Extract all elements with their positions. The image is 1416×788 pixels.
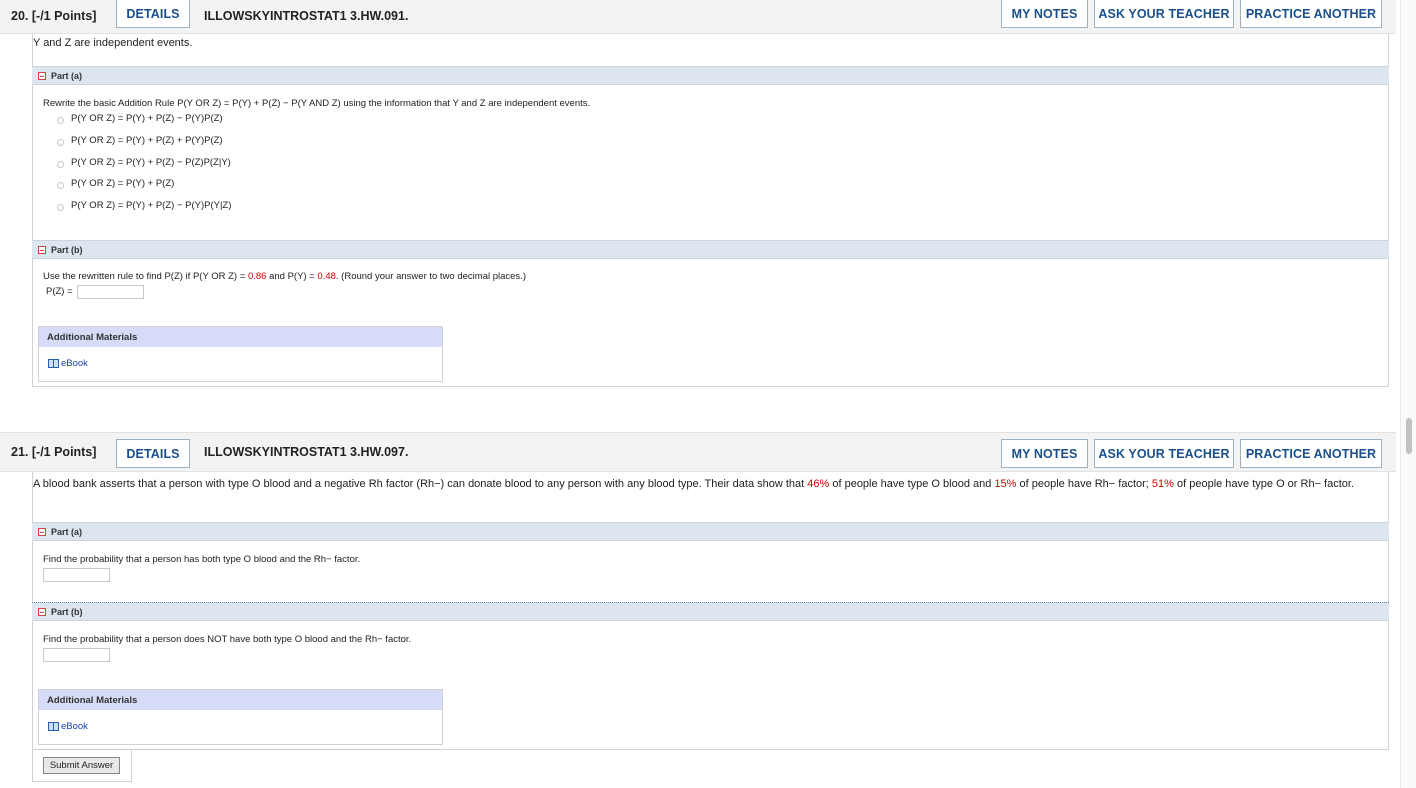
stem-text: A blood bank asserts that a person with … [33, 478, 808, 490]
q21-ebook-link[interactable]: eBook [48, 721, 88, 732]
q20-part-a-bar[interactable]: Part (a) [32, 66, 1389, 85]
q20-points: [-/1 Points] [31, 9, 97, 23]
q21-practice-another-button[interactable]: PRACTICE ANOTHER [1240, 439, 1382, 468]
q20-stem: Y and Z are independent events. [33, 37, 193, 49]
q21-my-notes-button[interactable]: MY NOTES [1001, 439, 1088, 468]
q21-points: [-/1 Points] [31, 445, 97, 459]
given-value: 51% [1151, 478, 1174, 490]
additional-materials-title: Additional Materials [39, 327, 442, 347]
stem-text: of people have Rh− factor; [1016, 478, 1152, 490]
radio-button[interactable] [57, 182, 64, 189]
option-label: P(Y OR Z) = P(Y) + P(Z) − P(Z)P(Z|Y) [71, 157, 231, 168]
q20-part-a-prompt: Rewrite the basic Addition Rule P(Y OR Z… [43, 98, 591, 109]
q20-ask-teacher-button[interactable]: ASK YOUR TEACHER [1094, 0, 1234, 28]
q20-part-b-bar[interactable]: Part (b) [32, 240, 1389, 259]
q20-option-1[interactable]: P(Y OR Z) = P(Y) + P(Z) − P(Y)P(Z) [57, 113, 223, 124]
q21-stem: A blood bank asserts that a person with … [33, 477, 1383, 492]
prompt-text: Use the rewritten rule to find P(Z) if P… [43, 271, 248, 282]
q21-ask-teacher-button[interactable]: ASK YOUR TEACHER [1094, 439, 1234, 468]
q20-part-b-prompt: Use the rewritten rule to find P(Z) if P… [43, 271, 526, 282]
q20-details-button[interactable]: DETAILS [116, 0, 190, 28]
stem-text: of people have type O blood and [829, 478, 995, 490]
q21-number: 21. [11, 445, 29, 459]
collapse-icon[interactable] [38, 245, 46, 254]
additional-materials-title: Additional Materials [39, 690, 442, 710]
collapse-icon[interactable] [38, 607, 46, 616]
q20-answer-input[interactable] [77, 285, 144, 299]
book-icon [48, 722, 59, 731]
q20-option-4[interactable]: P(Y OR Z) = P(Y) + P(Z) [57, 178, 174, 189]
q20-option-2[interactable]: P(Y OR Z) = P(Y) + P(Z) + P(Y)P(Z) [57, 135, 223, 146]
option-label: P(Y OR Z) = P(Y) + P(Z) − P(Y)P(Y|Z) [71, 200, 232, 211]
q21-part-b-bar[interactable]: Part (b) [32, 602, 1389, 621]
collapse-icon[interactable] [38, 527, 46, 536]
q20-part-b-label: Part (b) [51, 244, 83, 255]
page-scrollbar[interactable] [1400, 0, 1416, 788]
q21-additional-materials: Additional Materials eBook [38, 689, 443, 745]
given-value: 0.48 [317, 271, 336, 282]
prompt-text: and P(Y) = [266, 271, 318, 282]
prompt-text: . (Round your answer to two decimal plac… [335, 271, 526, 282]
radio-button[interactable] [57, 161, 64, 168]
q21-part-b-label: Part (b) [51, 606, 83, 617]
stem-text: of people have type O or Rh− factor. [1173, 478, 1355, 490]
radio-button[interactable] [57, 139, 64, 146]
q21-part-a-bar[interactable]: Part (a) [32, 522, 1389, 541]
q21-number-points: 21. [-/1 Points] [11, 433, 96, 471]
q20-my-notes-button[interactable]: MY NOTES [1001, 0, 1088, 28]
q21-details-button[interactable]: DETAILS [116, 439, 190, 468]
q20-option-5[interactable]: P(Y OR Z) = P(Y) + P(Z) − P(Y)P(Y|Z) [57, 200, 231, 211]
given-value: 46% [807, 478, 830, 490]
q20-part-a-label: Part (a) [51, 70, 83, 81]
given-value: 15% [994, 478, 1017, 490]
q20-answer-label: P(Z) = [46, 286, 73, 297]
option-label: P(Y OR Z) = P(Y) + P(Z) − P(Y)P(Z) [71, 113, 223, 124]
radio-button[interactable] [57, 117, 64, 124]
option-label: P(Y OR Z) = P(Y) + P(Z) [71, 178, 175, 189]
book-icon [48, 359, 59, 368]
q20-additional-materials: Additional Materials eBook [38, 326, 443, 382]
radio-button[interactable] [57, 204, 64, 211]
ebook-label: eBook [61, 721, 88, 732]
q21-part-b-prompt: Find the probability that a person does … [43, 634, 412, 645]
q21-part-a-input[interactable] [43, 568, 110, 582]
q21-code: ILLOWSKYINTROSTAT1 3.HW.097. [204, 445, 409, 459]
q20-number: 20. [11, 9, 29, 23]
q21-part-a-prompt: Find the probability that a person has b… [43, 554, 361, 565]
collapse-icon[interactable] [38, 71, 46, 80]
q20-code: ILLOWSKYINTROSTAT1 3.HW.091. [204, 9, 409, 23]
q21-part-a-label: Part (a) [51, 526, 83, 537]
scrollbar-thumb[interactable] [1406, 418, 1412, 454]
q20-number-points: 20. [-/1 Points] [11, 0, 96, 33]
q20-header: 20. [-/1 Points] DETAILS ILLOWSKYINTROST… [0, 0, 1396, 34]
q21-header: 21. [-/1 Points] DETAILS ILLOWSKYINTROST… [0, 432, 1396, 472]
q20-ebook-link[interactable]: eBook [48, 358, 88, 369]
q21-part-b-input[interactable] [43, 648, 110, 662]
option-label: P(Y OR Z) = P(Y) + P(Z) + P(Y)P(Z) [71, 135, 223, 146]
ebook-label: eBook [61, 358, 88, 369]
homework-page: 20. [-/1 Points] DETAILS ILLOWSKYINTROST… [0, 0, 1416, 788]
submit-answer-button[interactable]: Submit Answer [43, 757, 120, 774]
q20-practice-another-button[interactable]: PRACTICE ANOTHER [1240, 0, 1382, 28]
q20-option-3[interactable]: P(Y OR Z) = P(Y) + P(Z) − P(Z)P(Z|Y) [57, 157, 231, 168]
given-value: 0.86 [247, 271, 267, 282]
